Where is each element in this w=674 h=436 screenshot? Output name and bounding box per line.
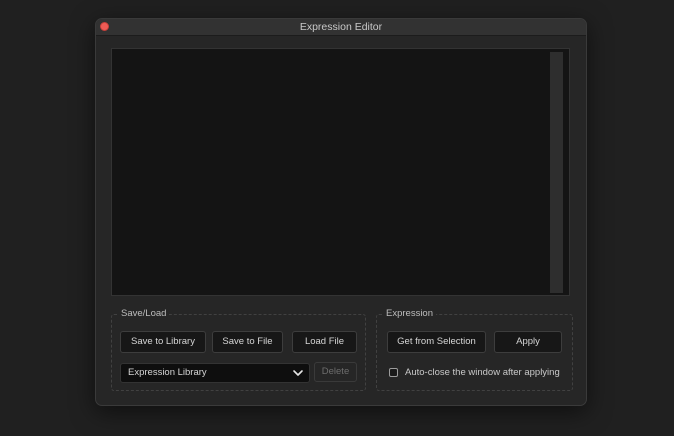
auto-close-label[interactable]: Auto-close the window after applying: [405, 367, 560, 379]
save-load-group: Save/Load Save to Library Save to File L…: [111, 308, 366, 391]
delete-button[interactable]: Delete: [314, 362, 357, 382]
save-to-file-button[interactable]: Save to File: [212, 331, 283, 353]
auto-close-checkbox[interactable]: [389, 368, 398, 377]
expression-group: Expression Get from Selection Apply Auto…: [376, 308, 573, 391]
save-load-label: Save/Load: [118, 308, 170, 320]
load-file-button[interactable]: Load File: [292, 331, 357, 353]
window-title: Expression Editor: [299, 21, 383, 33]
expression-editor-window: Expression Editor Save/Load Save to Libr…: [95, 18, 587, 406]
expression-label: Expression: [383, 308, 436, 320]
apply-button[interactable]: Apply: [494, 331, 562, 353]
title-bar[interactable]: Expression Editor: [96, 19, 586, 36]
expression-text-editor[interactable]: [111, 48, 570, 296]
editor-scrollbar[interactable]: [550, 52, 563, 293]
chevron-down-icon: [293, 370, 303, 376]
expression-library-select[interactable]: Expression Library: [120, 363, 310, 383]
save-to-library-button[interactable]: Save to Library: [120, 331, 206, 353]
expression-library-value: Expression Library: [128, 367, 207, 378]
get-from-selection-button[interactable]: Get from Selection: [387, 331, 486, 353]
